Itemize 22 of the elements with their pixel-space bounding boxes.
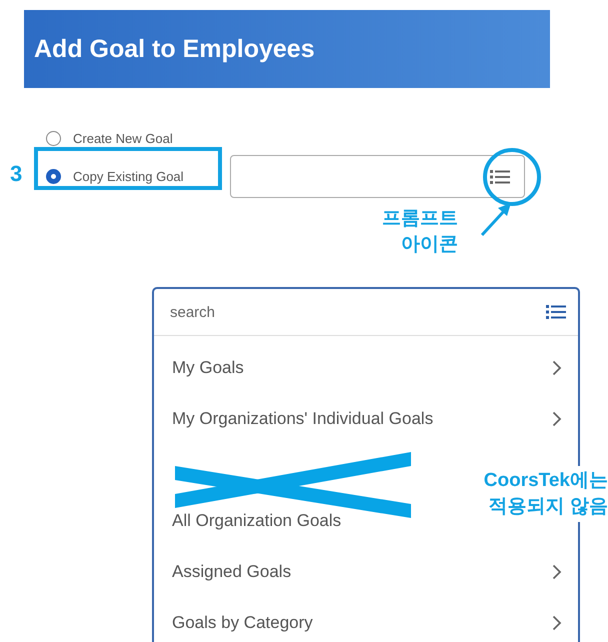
callout-text: 프롬프트 아이콘 [382, 207, 458, 257]
menu-item[interactable]: Assigned Goals [172, 562, 292, 582]
page-title: Add Goal to Employees [24, 10, 550, 88]
menu-item[interactable]: All Organization Goals [172, 510, 342, 530]
menu-item[interactable]: Goals by Category [172, 612, 313, 632]
search-field[interactable]: search [168, 302, 546, 322]
chevron-right-icon [552, 410, 562, 426]
menu-item[interactable]: My Goals [172, 358, 244, 378]
radio-button[interactable] [46, 169, 61, 184]
chevron-right-icon [552, 614, 562, 630]
pointer-arrow [480, 203, 511, 236]
highlight-circle [483, 148, 541, 206]
prompt-list-icon[interactable] [490, 168, 510, 184]
chevron-right-icon [552, 564, 562, 580]
goal-input-field[interactable] [230, 155, 525, 198]
menu-item[interactable]: My Organizations' Individual Goals [172, 408, 434, 428]
radio-button[interactable] [46, 130, 61, 146]
list-icon[interactable] [546, 304, 566, 320]
step-number: 3 [10, 161, 22, 187]
option-label: Create New Goal [73, 130, 173, 146]
chevron-right-icon [552, 360, 562, 376]
option-label: Copy Existing Goal [73, 169, 184, 184]
